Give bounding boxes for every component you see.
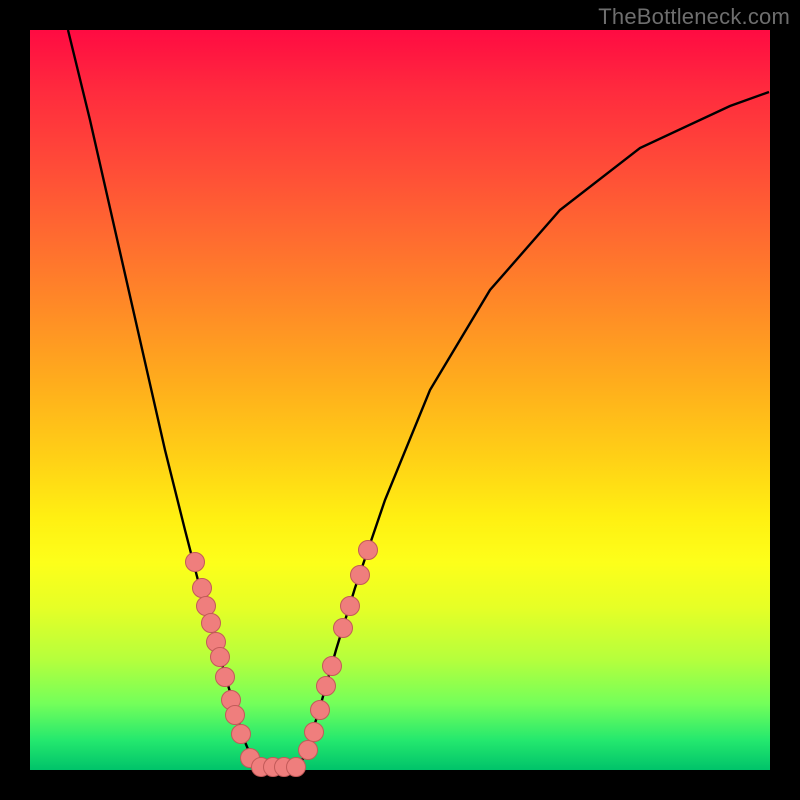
marker-dot	[305, 723, 324, 742]
marker-dot	[299, 741, 318, 760]
chart-frame: TheBottleneck.com	[0, 0, 800, 800]
marker-dot	[334, 619, 353, 638]
watermark-text: TheBottleneck.com	[598, 4, 790, 30]
marker-dot	[351, 566, 370, 585]
marker-dot	[211, 648, 230, 667]
marker-dot	[317, 677, 336, 696]
marker-dot	[232, 725, 251, 744]
marker-dot	[359, 541, 378, 560]
curve-markers	[186, 541, 378, 777]
marker-dot	[226, 706, 245, 725]
marker-dot	[193, 579, 212, 598]
marker-dot	[311, 701, 330, 720]
marker-dot	[341, 597, 360, 616]
marker-dot	[186, 553, 205, 572]
marker-dot	[287, 758, 306, 777]
marker-dot	[202, 614, 221, 633]
marker-dot	[197, 597, 216, 616]
marker-dot	[216, 668, 235, 687]
marker-dot	[323, 657, 342, 676]
curve-path	[68, 30, 769, 766]
plot-area	[30, 30, 770, 770]
bottleneck-curve	[30, 30, 770, 770]
